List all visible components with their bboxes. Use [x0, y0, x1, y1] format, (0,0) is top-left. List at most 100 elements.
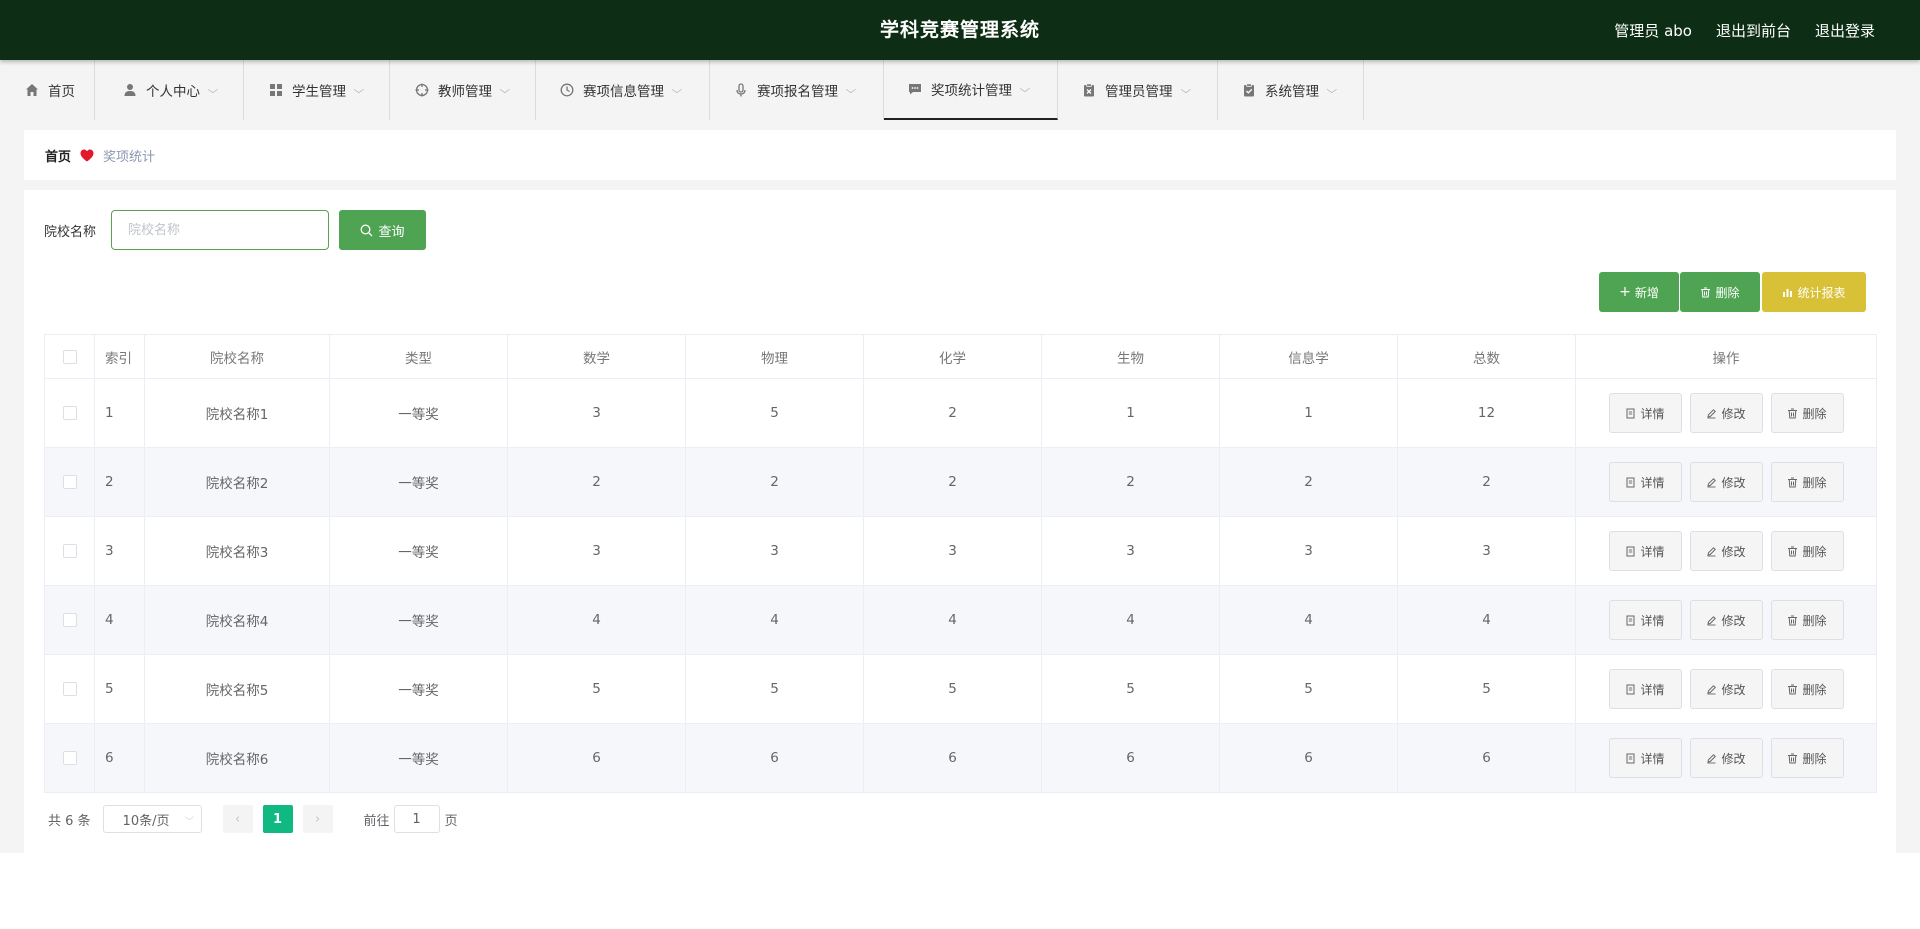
edit-button[interactable]: 修改 [1689, 462, 1763, 502]
select-all-checkbox[interactable] [62, 349, 77, 364]
nav-item-event-info[interactable]: 赛项信息管理 ⌵ [536, 60, 710, 120]
row-select-cell[interactable] [44, 585, 95, 655]
delete-button[interactable]: 删除 [1770, 600, 1844, 640]
edit-button[interactable]: 修改 [1689, 600, 1763, 640]
page-number-current[interactable]: 1 [262, 805, 293, 833]
document-icon [1626, 753, 1635, 763]
edit-label: 修改 [1721, 751, 1746, 766]
table-body: 1 院校名称1 一等奖 3 5 2 1 1 12 详情 修改 删除 2 院校名称2 一等奖 2 2 2 2 2 2 详情修… [44, 378, 1877, 793]
row-select-cell[interactable] [44, 378, 95, 448]
batch-delete-button[interactable]: 删除 [1680, 272, 1760, 312]
cell-info: 6 [1219, 723, 1398, 793]
delete-button[interactable]: 删除 [1770, 462, 1844, 502]
document-icon [1626, 408, 1635, 418]
column-header: 类型 [329, 334, 508, 379]
cell-type: 一等奖 [329, 516, 508, 586]
detail-button[interactable]: 详情 [1608, 462, 1682, 502]
chat-icon [909, 84, 921, 95]
prev-page-button[interactable]: ‹ [222, 805, 253, 833]
grid-icon [270, 84, 282, 96]
row-actions-cell: 详情 修改 删除 [1575, 723, 1877, 793]
cell-info: 5 [1219, 654, 1398, 724]
delete-label: 删除 [1802, 613, 1827, 628]
edit-button[interactable]: 修改 [1689, 669, 1763, 709]
nav-item-event-registration[interactable]: 赛项报名管理 ⌵ [710, 60, 884, 120]
delete-label: 删除 [1802, 475, 1827, 490]
nav-label-event-registration: 赛项报名管理 [757, 84, 838, 100]
logout-link[interactable]: 退出登录 [1815, 20, 1875, 41]
edit-icon [1707, 477, 1717, 487]
edit-button[interactable]: 修改 [1689, 393, 1763, 433]
cell-physics: 6 [685, 723, 864, 793]
detail-label: 详情 [1640, 751, 1665, 766]
chevron-down-icon: ⌵ [499, 84, 511, 96]
edit-button[interactable]: 修改 [1689, 738, 1763, 778]
row-actions-cell: 详情 修改 删除 [1575, 585, 1877, 655]
nav-item-system-management[interactable]: 系统管理 ⌵ [1218, 60, 1364, 120]
row-checkbox[interactable] [62, 613, 77, 627]
row-checkbox[interactable] [62, 544, 77, 558]
goto-page-input[interactable] [393, 805, 440, 833]
row-checkbox[interactable] [62, 406, 77, 420]
chevron-down-icon: ⌵ [207, 84, 219, 96]
cell-idx: 5 [94, 654, 145, 724]
goto-label: 前往 [363, 813, 390, 829]
breadcrumb: 首页 奖项统计 [24, 130, 1896, 180]
row-select-cell[interactable] [44, 723, 95, 793]
nav-item-student-management[interactable]: 学生管理 ⌵ [244, 60, 390, 120]
admin-label: 管理员 abo [1614, 21, 1692, 40]
row-select-cell[interactable] [44, 654, 95, 724]
delete-button[interactable]: 删除 [1770, 531, 1844, 571]
row-checkbox[interactable] [62, 475, 77, 489]
delete-label: 删除 [1802, 544, 1827, 559]
detail-button[interactable]: 详情 [1608, 738, 1682, 778]
detail-button[interactable]: 详情 [1608, 531, 1682, 571]
nav-item-award-statistics[interactable]: 奖项统计管理 ⌵ [884, 60, 1058, 120]
pagination: 共 6 条 10条/页 ⌵ ‹ 1 › 前往 页 [44, 805, 458, 833]
edit-icon [1707, 684, 1717, 694]
delete-button[interactable]: 删除 [1770, 669, 1844, 709]
edit-label: 修改 [1721, 613, 1746, 628]
clock-icon [560, 83, 574, 97]
back-to-front-link[interactable]: 退出到前台 [1716, 20, 1791, 41]
cell-physics: 5 [685, 654, 864, 724]
nav-item-admin-management[interactable]: 管理员管理 ⌵ [1058, 60, 1218, 120]
add-button[interactable]: + 新增 [1599, 272, 1679, 312]
delete-button[interactable]: 删除 [1770, 393, 1844, 433]
trash-icon [1788, 546, 1798, 556]
column-header: 信息学 [1219, 334, 1398, 379]
column-header: 总数 [1397, 334, 1576, 379]
cell-chem: 2 [863, 447, 1042, 517]
nav-item-home[interactable]: 首页 [0, 60, 95, 120]
delete-button[interactable]: 删除 [1770, 738, 1844, 778]
edit-button[interactable]: 修改 [1689, 531, 1763, 571]
statistics-report-button[interactable]: 统计报表 [1762, 272, 1866, 312]
search-button[interactable]: 查询 [339, 210, 426, 250]
add-button-label: 新增 [1634, 285, 1659, 300]
row-checkbox[interactable] [62, 682, 77, 696]
chevron-down-icon: ⌵ [1179, 84, 1191, 96]
row-select-cell[interactable] [44, 516, 95, 586]
detail-button[interactable]: 详情 [1608, 393, 1682, 433]
select-all-cell[interactable] [44, 334, 95, 379]
table-row: 5 院校名称5 一等奖 5 5 5 5 5 5 详情 修改 删除 [44, 654, 1877, 724]
detail-button[interactable]: 详情 [1608, 600, 1682, 640]
cell-physics: 5 [685, 378, 864, 448]
top-header: 学科竞赛管理系统 管理员 abo 退出到前台 退出登录 [0, 0, 1920, 60]
column-header: 操作 [1575, 334, 1877, 379]
bar-chart-icon [1783, 288, 1793, 297]
cell-physics: 2 [685, 447, 864, 517]
school-name-search-input[interactable] [111, 210, 329, 250]
row-actions-cell: 详情 修改 删除 [1575, 516, 1877, 586]
nav-item-personal-center[interactable]: 个人中心 ⌵ [95, 60, 244, 120]
detail-button[interactable]: 详情 [1608, 669, 1682, 709]
row-actions-cell: 详情 修改 删除 [1575, 447, 1877, 517]
row-checkbox[interactable] [62, 751, 77, 765]
cell-info: 1 [1219, 378, 1398, 448]
nav-item-teacher-management[interactable]: 教师管理 ⌵ [390, 60, 536, 120]
page-size-select[interactable]: 10条/页 ⌵ [102, 805, 202, 833]
document-icon [1626, 546, 1635, 556]
next-page-button[interactable]: › [302, 805, 333, 833]
row-select-cell[interactable] [44, 447, 95, 517]
breadcrumb-home[interactable]: 首页 [45, 146, 71, 165]
